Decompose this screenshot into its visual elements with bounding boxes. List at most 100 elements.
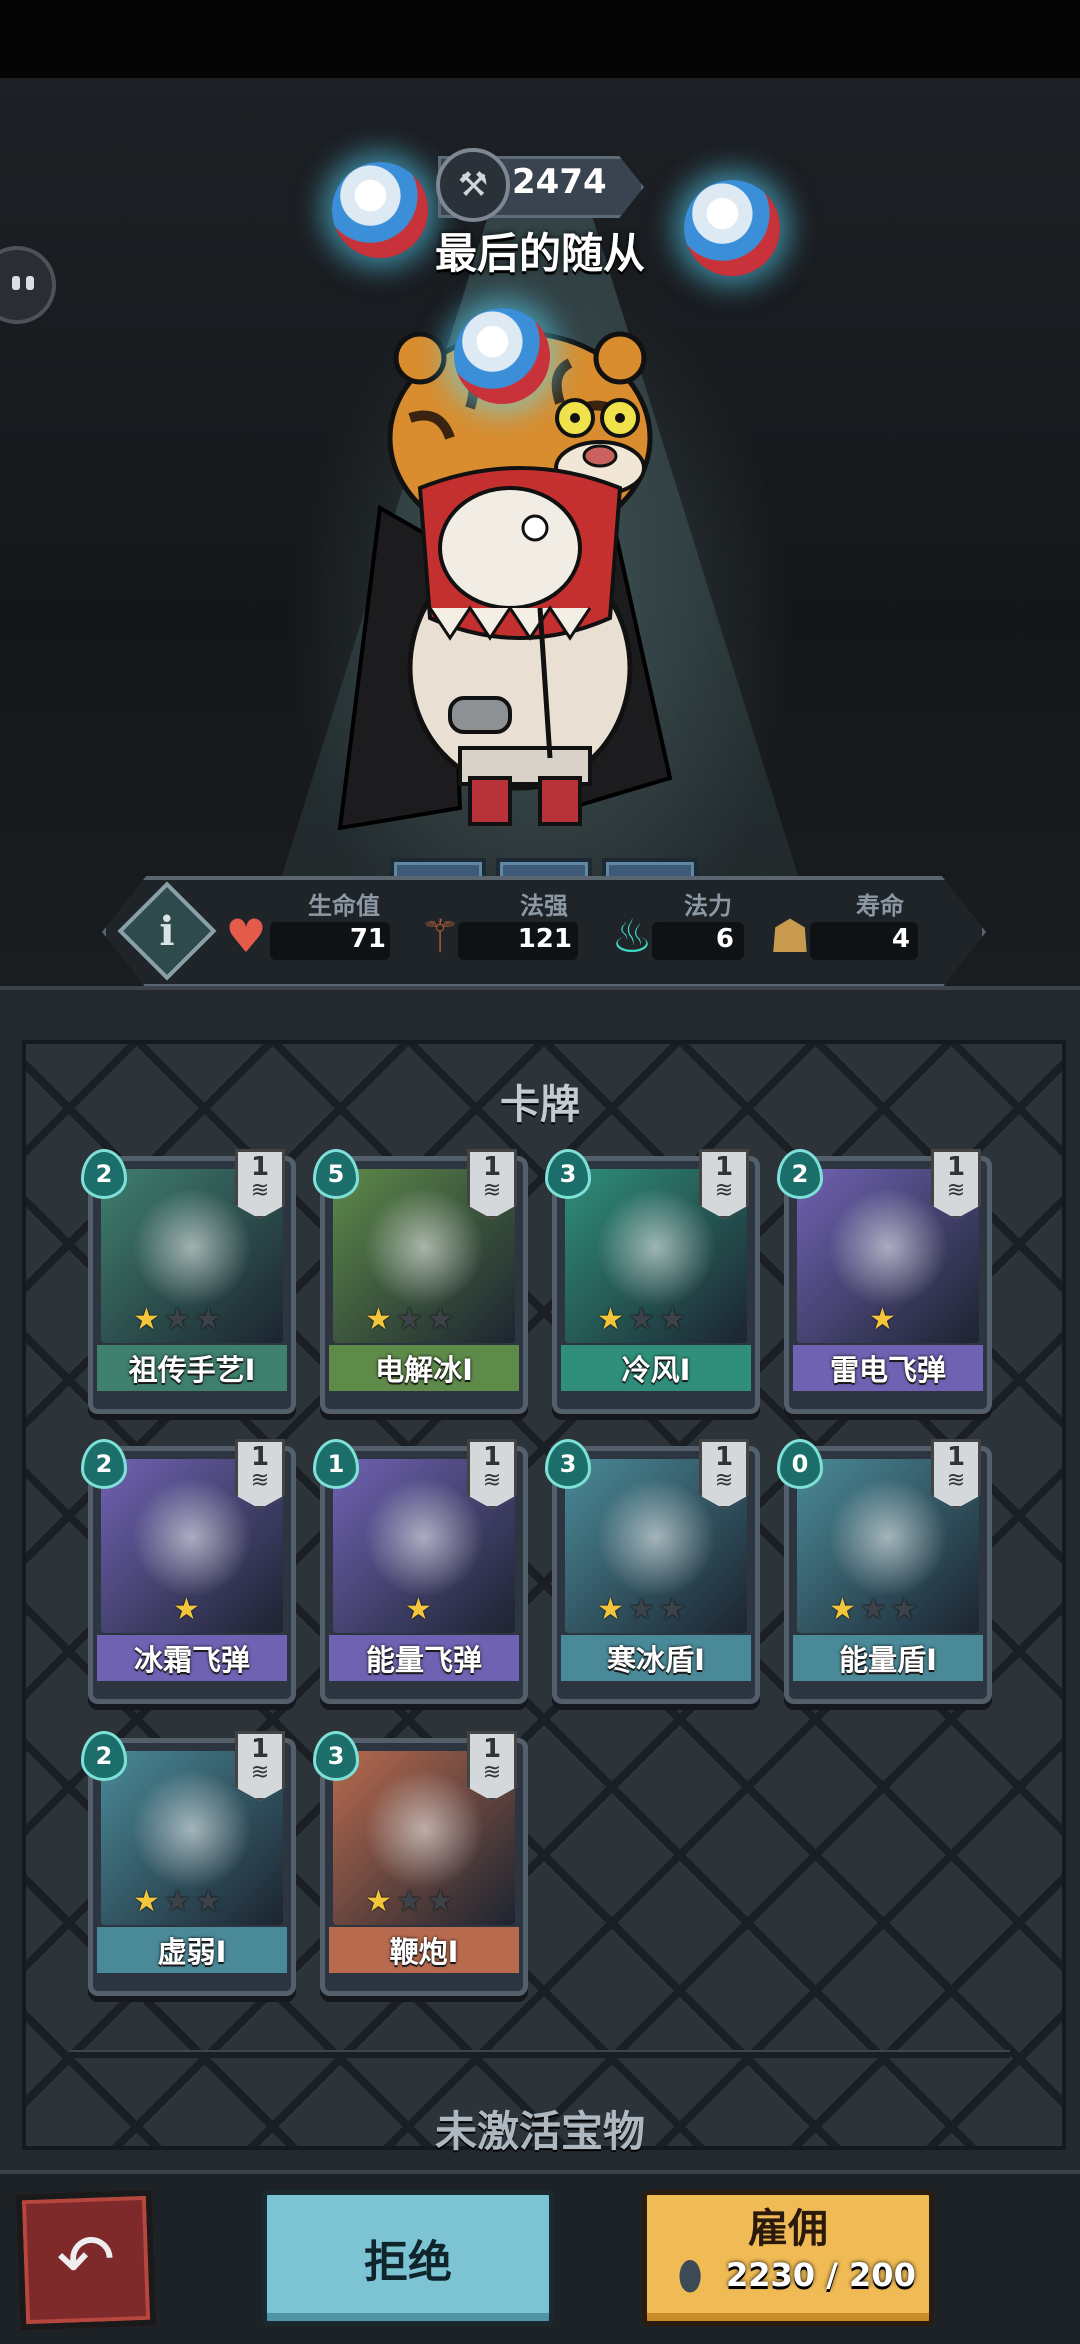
layers-icon: ≋ [946, 1468, 966, 1493]
layers-icon: ≋ [714, 1468, 734, 1493]
card[interactable]: 能量飞弹 ★ 1 1 ≋ [313, 1439, 528, 1704]
card-cost-badge: 0 [777, 1439, 823, 1489]
card-level-number: 1 [250, 1442, 270, 1472]
layers-icon: ≋ [250, 1468, 270, 1493]
card-level-badge: 1 ≋ [699, 1149, 749, 1219]
status-bar [0, 0, 1080, 78]
card-name: 鞭炮I [329, 1927, 519, 1973]
card-name: 能量盾I [793, 1635, 983, 1681]
hire-cost: 2230 / 200 [726, 2256, 916, 2294]
reject-button[interactable]: 拒绝 [262, 2190, 554, 2326]
card-level-number: 1 [714, 1442, 734, 1472]
card-cost-badge: 3 [313, 1731, 359, 1781]
card-level-badge: 1 ≋ [235, 1439, 285, 1509]
star-icon: ★ [829, 1592, 856, 1627]
card-cost-badge: 2 [81, 1731, 127, 1781]
card[interactable]: 虚弱I ★ ★ ★ 2 1 ≋ [81, 1731, 296, 1996]
card-level-number: 1 [250, 1152, 270, 1182]
card[interactable]: 寒冰盾I ★ ★ ★ 3 1 ≋ [545, 1439, 760, 1704]
card[interactable]: 电解冰I ★ ★ ★ 5 1 ≋ [313, 1149, 528, 1414]
section-divider [70, 2050, 1010, 2058]
card-name: 寒冰盾I [561, 1635, 751, 1681]
card-level-badge: 1 ≋ [467, 1439, 517, 1509]
star-icon: ★ [426, 1302, 454, 1337]
mana-label: 法力 [684, 892, 732, 920]
card-stars: ★ [173, 1595, 200, 1625]
card[interactable]: 冷风I ★ ★ ★ 3 1 ≋ [545, 1149, 760, 1414]
card-level-number: 1 [714, 1152, 734, 1182]
coin-shell-icon: ⬮ [677, 2253, 703, 2299]
star-icon: ★ [658, 1302, 686, 1337]
card-level-badge: 1 ≋ [931, 1149, 981, 1219]
layers-icon: ≋ [946, 1178, 966, 1203]
card-level-badge: 1 ≋ [931, 1439, 981, 1509]
back-arrow-icon: ↶ [55, 2218, 117, 2302]
star-icon: ★ [194, 1884, 222, 1919]
card-cost-badge: 3 [545, 1149, 591, 1199]
card-stars: ★ ★ ★ [365, 1887, 454, 1917]
star-icon: ★ [163, 1884, 191, 1919]
layers-icon: ≋ [482, 1760, 502, 1785]
star-icon: ★ [890, 1592, 918, 1627]
star-icon: ★ [869, 1302, 896, 1337]
back-button[interactable]: ↶ [15, 2189, 157, 2331]
card-cost-badge: 1 [313, 1439, 359, 1489]
card-level-number: 1 [946, 1442, 966, 1472]
energy-orb-center [454, 308, 550, 404]
star-icon: ★ [163, 1302, 191, 1337]
card-level-badge: 1 ≋ [235, 1731, 285, 1801]
card-level-number: 1 [482, 1152, 502, 1182]
spell-power-label: 法强 [520, 892, 568, 920]
card-name: 能量飞弹 [329, 1635, 519, 1681]
minion-name: 最后的随从 [434, 229, 645, 278]
star-icon: ★ [365, 1302, 392, 1337]
hp-label: 生命值 [308, 892, 380, 920]
card[interactable]: 能量盾I ★ ★ ★ 0 1 ≋ [777, 1439, 992, 1704]
star-icon: ★ [365, 1884, 392, 1919]
card-name: 冰霜飞弹 [97, 1635, 287, 1681]
card[interactable]: 祖传手艺I ★ ★ ★ 2 1 ≋ [81, 1149, 296, 1414]
star-icon: ★ [405, 1592, 432, 1627]
heart-icon: ♥ [225, 909, 267, 963]
star-icon: ★ [173, 1592, 200, 1627]
info-icon: i [159, 907, 175, 955]
hire-label: 雇佣 [748, 2206, 828, 2252]
score-value: 2474 [512, 162, 607, 202]
card-level-badge: 1 ≋ [235, 1149, 285, 1219]
card[interactable]: 雷电飞弹 ★ 2 1 ≋ [777, 1149, 992, 1414]
card-cost-badge: 5 [313, 1149, 359, 1199]
star-icon: ★ [627, 1302, 655, 1337]
weapon-icon: ⚒ [436, 148, 510, 222]
star-icon: ★ [133, 1302, 160, 1337]
star-icon: ★ [597, 1592, 624, 1627]
mana-value: 6 [715, 924, 734, 954]
card-level-number: 1 [482, 1734, 502, 1764]
lifespan-value: 4 [891, 924, 910, 954]
star-icon: ★ [658, 1592, 686, 1627]
spell-power-value: 121 [517, 924, 572, 954]
star-icon: ★ [133, 1884, 160, 1919]
card-name: 电解冰I [329, 1345, 519, 1391]
star-icon: ★ [395, 1884, 423, 1919]
card-level-number: 1 [482, 1442, 502, 1472]
layers-icon: ≋ [714, 1178, 734, 1203]
card-level-number: 1 [250, 1734, 270, 1764]
lifespan-label: 寿命 [856, 892, 904, 920]
card[interactable]: 鞭炮I ★ ★ ★ 3 1 ≋ [313, 1731, 528, 1996]
card-level-badge: 1 ≋ [467, 1149, 517, 1219]
cards-section-title: 卡牌 [500, 1082, 580, 1128]
card-name: 祖传手艺I [97, 1345, 287, 1391]
card-stars: ★ ★ ★ [133, 1305, 222, 1335]
card-level-badge: 1 ≋ [699, 1439, 749, 1509]
card-name: 虚弱I [97, 1927, 287, 1973]
card-stars: ★ [405, 1595, 432, 1625]
card-stars: ★ ★ ★ [597, 1305, 686, 1335]
star-icon: ★ [395, 1302, 423, 1337]
star-icon: ★ [426, 1884, 454, 1919]
card-level-badge: 1 ≋ [467, 1731, 517, 1801]
card-name: 冷风I [561, 1345, 751, 1391]
card[interactable]: 冰霜飞弹 ★ 2 1 ≋ [81, 1439, 296, 1704]
star-icon: ★ [194, 1302, 222, 1337]
layers-icon: ≋ [482, 1468, 502, 1493]
card-stars: ★ ★ ★ [829, 1595, 918, 1625]
